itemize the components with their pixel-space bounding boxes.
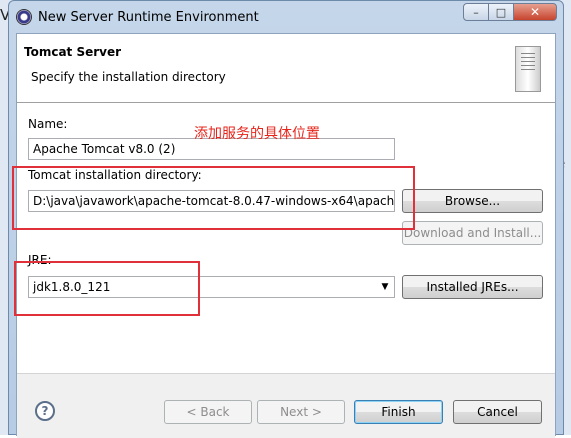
cancel-button[interactable]: Cancel (453, 400, 542, 424)
download-install-button[interactable]: Download and Install... (402, 221, 543, 245)
button-bar: ? < Back Next > Finish Cancel (17, 373, 555, 438)
highlight-install-dir (12, 166, 415, 230)
close-button[interactable]: ✕ (513, 3, 557, 21)
page-title: Tomcat Server (24, 45, 122, 59)
dialog-client: Tomcat Server Specify the installation d… (16, 33, 556, 438)
wizard-header: Tomcat Server Specify the installation d… (17, 34, 555, 103)
back-button[interactable]: < Back (164, 400, 252, 424)
window-controls: – □ ✕ (463, 3, 557, 21)
help-icon[interactable]: ? (35, 401, 55, 421)
next-button[interactable]: Next > (257, 400, 345, 424)
minimize-button[interactable]: – (463, 3, 489, 21)
page-description: Specify the installation directory (31, 70, 226, 84)
title-bar[interactable]: New Server Runtime Environment – □ ✕ (9, 1, 563, 33)
eclipse-icon (16, 9, 32, 25)
browse-button[interactable]: Browse... (402, 189, 543, 213)
annotation-text: 添加服务的具体位置 (194, 126, 320, 142)
wizard-body: Name: Apache Tomcat v8.0 (2) 添加服务的具体位置 T… (17, 103, 555, 373)
highlight-jre (14, 261, 200, 316)
maximize-button[interactable]: □ (488, 3, 514, 21)
name-label: Name: (28, 117, 68, 131)
window-title: New Server Runtime Environment (38, 10, 259, 25)
installed-jres-button[interactable]: Installed JREs... (402, 275, 543, 299)
server-icon (515, 46, 541, 92)
chevron-down-icon[interactable]: ▼ (379, 281, 391, 293)
finish-button[interactable]: Finish (354, 400, 443, 424)
